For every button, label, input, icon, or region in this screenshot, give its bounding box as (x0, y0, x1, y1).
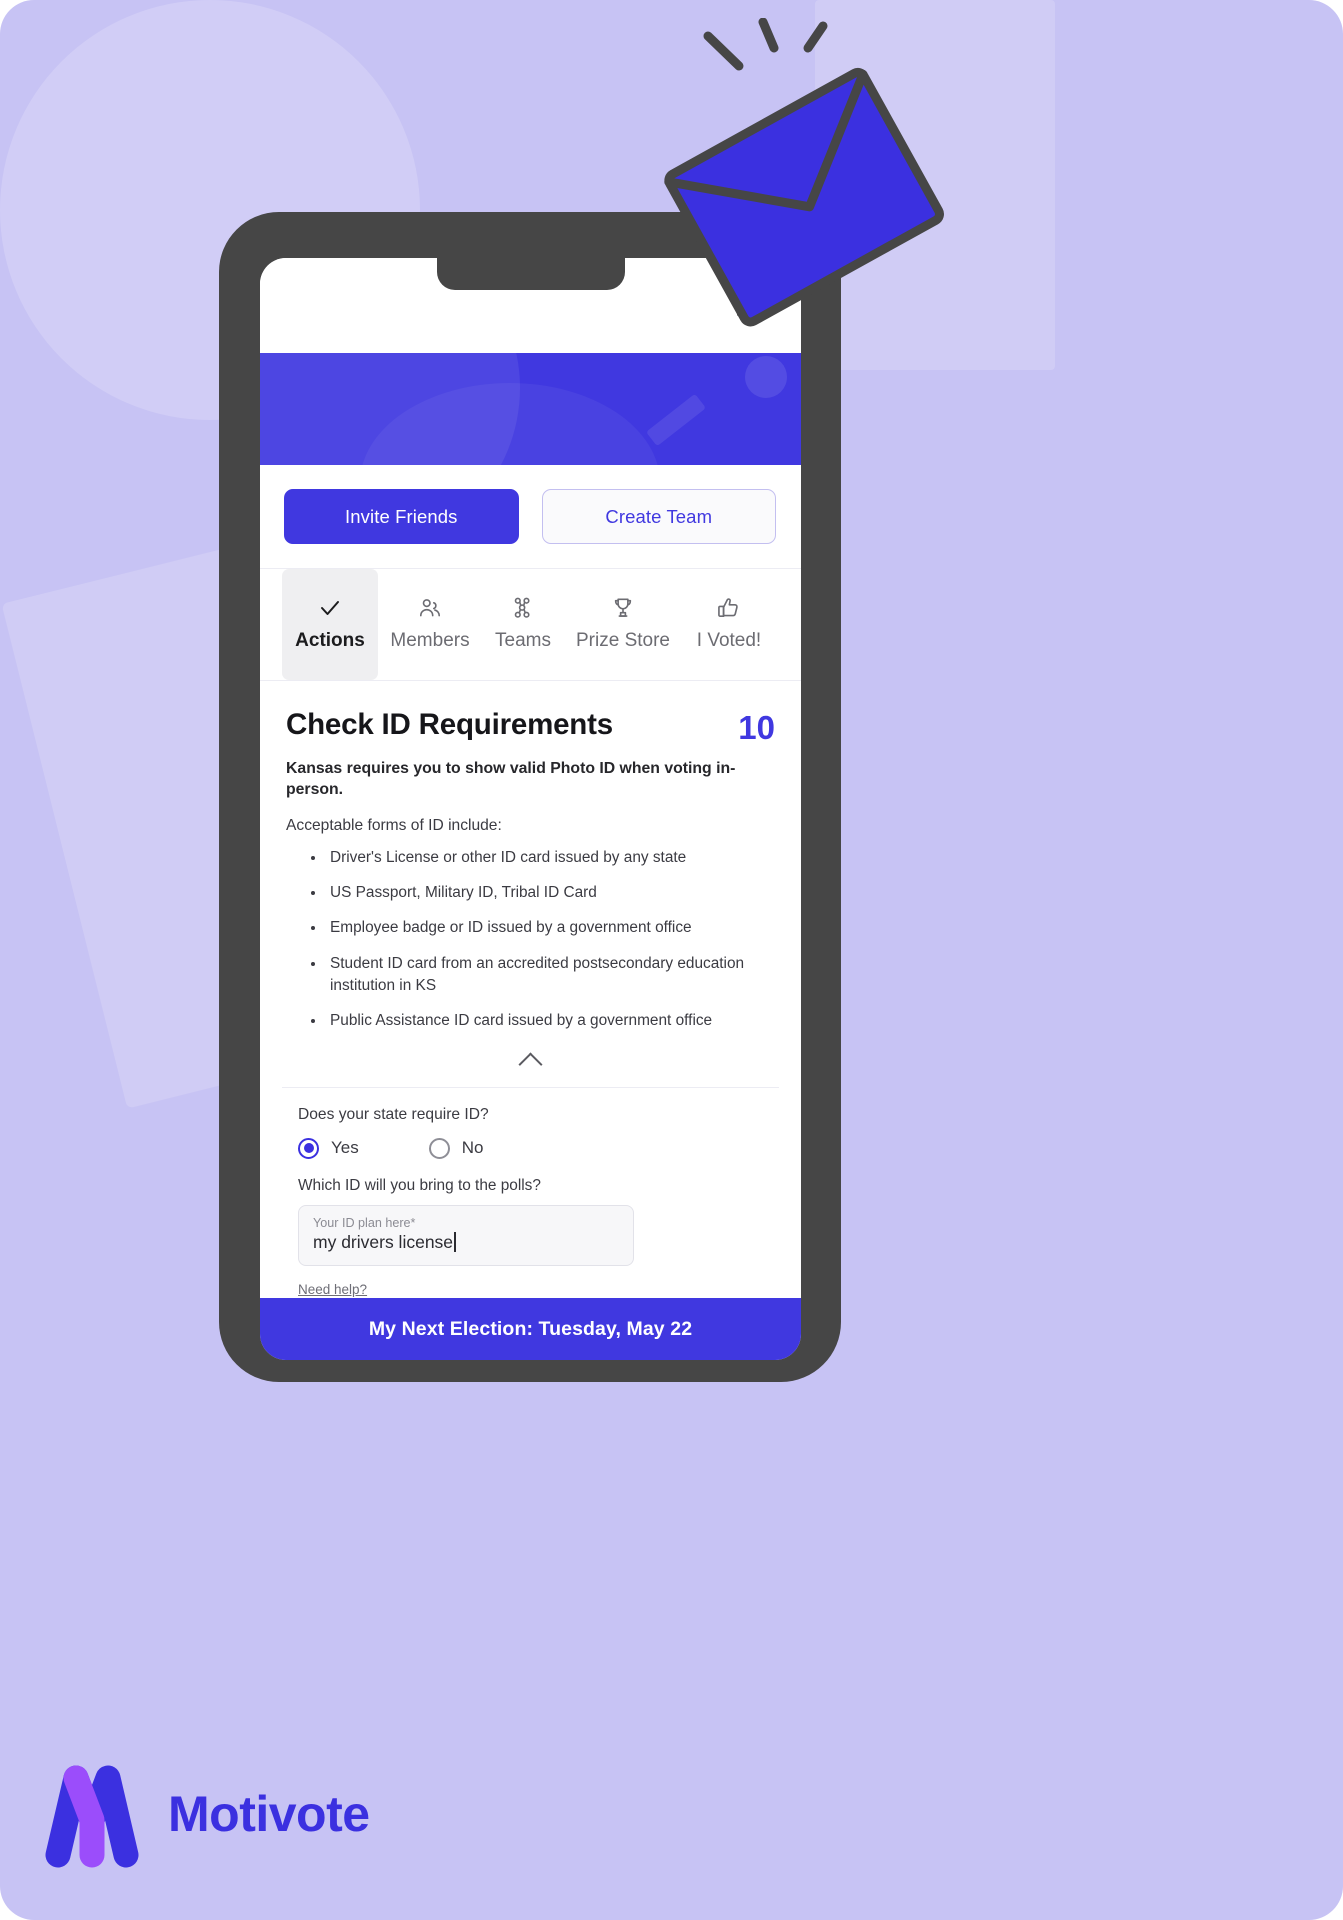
list-item: US Passport, Military ID, Tribal ID Card (326, 882, 775, 904)
id-plan-input-value-row: my drivers license (313, 1232, 619, 1253)
list-item: Employee badge or ID issued by a governm… (326, 917, 775, 939)
radio-no[interactable]: No (428, 1137, 484, 1159)
phone-screen: Invite Friends Create Team Actions Membe… (260, 258, 801, 1360)
hero-bar-icon (646, 393, 706, 447)
action-card: Check ID Requirements 10 Kansas requires… (260, 681, 801, 1298)
radio-yes-label: Yes (331, 1138, 359, 1158)
page-canvas: Invite Friends Create Team Actions Membe… (0, 0, 1343, 1920)
tab-teams-label: Teams (495, 630, 551, 651)
radio-yes[interactable]: Yes (298, 1137, 359, 1159)
tab-i-voted-label: I Voted! (696, 630, 762, 651)
motivote-m-logo (45, 1765, 139, 1868)
which-id-question: Which ID will you bring to the polls? (298, 1176, 541, 1194)
need-help-link[interactable]: Need help? (298, 1282, 367, 1297)
radio-yes-indicator (298, 1137, 319, 1159)
requirement-lead-text: Kansas requires you to show valid Photo … (286, 760, 736, 799)
tab-prize-store[interactable]: Prize Store (564, 569, 682, 680)
id-list: Driver's License or other ID card issued… (286, 847, 775, 1033)
id-plan-form: Does your state require ID? Yes No Which… (286, 1088, 775, 1298)
require-id-radio-group: Yes No (298, 1137, 775, 1159)
list-item: Student ID card from an accredited posts… (326, 953, 775, 998)
phone-notch (436, 258, 625, 290)
create-team-button[interactable]: Create Team (541, 489, 776, 544)
collapse-toggle[interactable] (286, 1046, 775, 1087)
people-icon (417, 595, 443, 621)
list-item: Driver's License or other ID card issued… (326, 847, 775, 869)
radio-no-indicator (428, 1137, 450, 1159)
envelope-icon (664, 18, 944, 327)
tab-members[interactable]: Members (378, 569, 482, 680)
radio-no-label: No (461, 1138, 484, 1158)
check-icon (318, 595, 342, 621)
cta-row: Invite Friends Create Team (260, 465, 801, 569)
action-card-header: Check ID Requirements 10 (286, 708, 775, 746)
invite-friends-button[interactable]: Invite Friends (284, 489, 519, 544)
tab-teams[interactable]: Teams (482, 569, 564, 680)
thumbs-up-icon (716, 595, 742, 621)
text-caret (454, 1232, 456, 1253)
chevron-up-icon (518, 1052, 543, 1077)
require-id-question: Does your state require ID? (298, 1105, 489, 1123)
footer-logo: Motivote (44, 1758, 370, 1870)
tab-actions[interactable]: Actions (282, 569, 378, 680)
trophy-icon (610, 595, 636, 621)
team-group-icon (510, 595, 536, 621)
points-badge: 10 (738, 709, 775, 746)
id-plan-input[interactable]: Your ID plan here* my drivers license (298, 1204, 634, 1266)
tab-i-voted[interactable]: I Voted! (682, 569, 776, 680)
tab-members-label: Members (390, 630, 470, 651)
phone-mockup: Invite Friends Create Team Actions Membe… (219, 212, 841, 1382)
next-election-bar[interactable]: My Next Election: Tuesday, May 22 (260, 1298, 801, 1360)
tab-bar: Actions Members Teams Prize Store I Vote… (260, 569, 801, 681)
page-title: Check ID Requirements (286, 708, 613, 741)
list-item: Public Assistance ID card issued by a go… (326, 1010, 775, 1032)
brand-name: Motivote (168, 1786, 370, 1842)
id-plan-input-placeholder: Your ID plan here* (313, 1215, 416, 1230)
acceptable-forms-label: Acceptable forms of ID include: (286, 816, 502, 834)
tab-prize-store-label: Prize Store (576, 630, 670, 651)
tab-actions-label: Actions (295, 630, 365, 651)
hero-banner (260, 353, 801, 465)
id-plan-input-value: my drivers license (313, 1231, 454, 1252)
